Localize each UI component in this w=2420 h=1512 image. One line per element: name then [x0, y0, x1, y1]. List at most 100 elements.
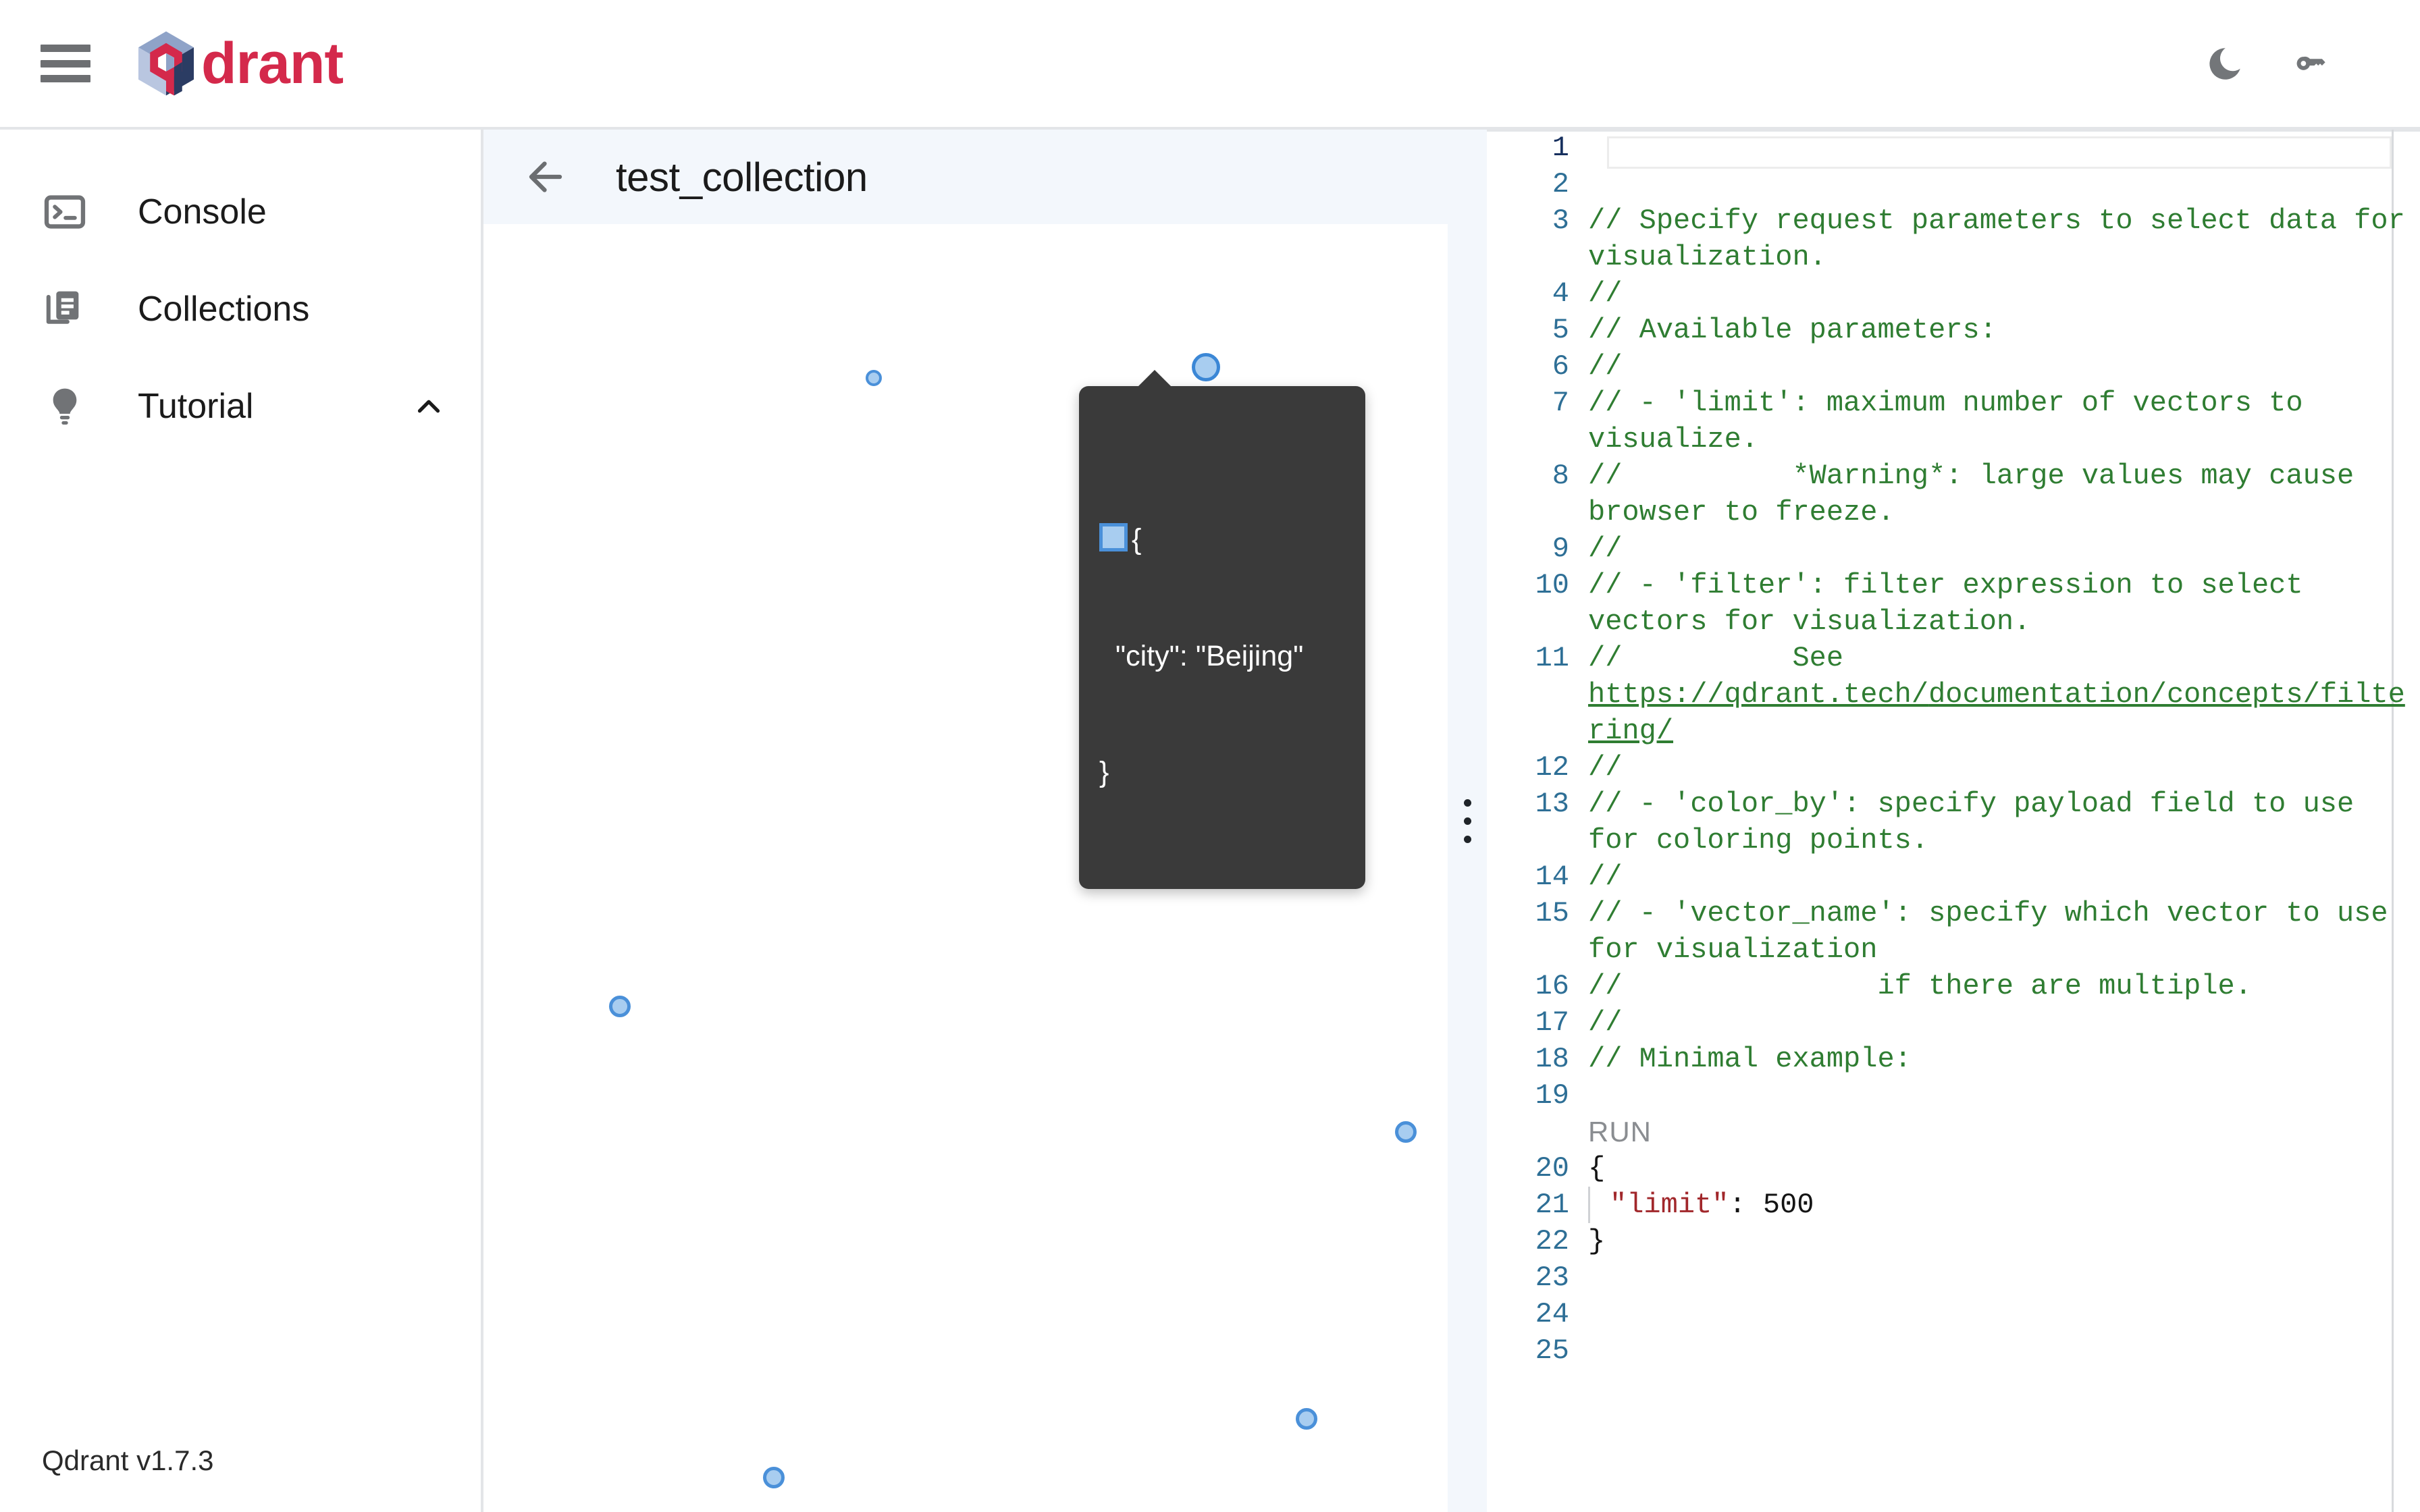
code-line[interactable]: 17 //: [1487, 1004, 2420, 1041]
code-line[interactable]: 15 // - 'vector_name': specify which vec…: [1487, 895, 2420, 968]
line-number: 5: [1552, 314, 1569, 346]
line-content[interactable]: // - 'vector_name': specify which vector…: [1588, 895, 2420, 968]
code-lines: 1 2 3 // Specify request parameters to s…: [1487, 130, 2420, 1369]
run-button-row[interactable]: RUN: [1487, 1114, 2420, 1150]
line-content[interactable]: //: [1588, 531, 2420, 567]
line-content[interactable]: //: [1588, 749, 2420, 786]
data-point[interactable]: [609, 996, 631, 1017]
data-point[interactable]: [1395, 1121, 1417, 1143]
code-line[interactable]: 6 //: [1487, 348, 2420, 385]
line-content[interactable]: //: [1588, 348, 2420, 385]
code-line[interactable]: 9 //: [1487, 531, 2420, 567]
code-line[interactable]: 10 // - 'filter': filter expression to s…: [1487, 567, 2420, 640]
line-number: 6: [1552, 350, 1569, 383]
line-number: 22: [1535, 1225, 1569, 1258]
key-icon: [2296, 56, 2325, 70]
sidebar: Console Collections Tutorial Qdrant v1.7…: [0, 130, 483, 1512]
code-line[interactable]: 13 // - 'color_by': specify payload fiel…: [1487, 786, 2420, 859]
color-swatch: [1099, 522, 1128, 551]
line-content[interactable]: // Specify request parameters to select …: [1588, 202, 2420, 275]
line-content[interactable]: // - 'filter': filter expression to sele…: [1588, 567, 2420, 640]
code-line[interactable]: 14 //: [1487, 859, 2420, 895]
line-number: 1: [1552, 132, 1569, 164]
line-content[interactable]: //: [1588, 859, 2420, 895]
comment-prefix: // See: [1588, 642, 1861, 674]
line-content[interactable]: "limit": 500: [1588, 1187, 2420, 1223]
qdrant-logo[interactable]: drant: [130, 26, 344, 101]
qdrant-logo-icon: [138, 31, 194, 96]
line-content[interactable]: // if there are multiple.: [1588, 968, 2420, 1004]
point-tooltip: { "city": "Beijing" }: [1079, 370, 1365, 890]
code-line[interactable]: 21 "limit": 500: [1487, 1187, 2420, 1223]
line-content[interactable]: // - 'color_by': specify payload field t…: [1588, 786, 2420, 859]
tooltip-line-2: "city": "Beijing": [1099, 639, 1304, 672]
tooltip-arrow: [1137, 370, 1172, 387]
line-content[interactable]: // - 'limit': maximum number of vectors …: [1588, 385, 2420, 458]
back-button[interactable]: [521, 153, 570, 201]
code-line[interactable]: 20 {: [1487, 1150, 2420, 1187]
line-number: 21: [1535, 1189, 1569, 1221]
data-point[interactable]: [763, 1467, 785, 1488]
code-line[interactable]: 25: [1487, 1332, 2420, 1369]
request-editor[interactable]: 1 2 3 // Specify request parameters to s…: [1487, 130, 2420, 1512]
json-value: 500: [1762, 1189, 1814, 1221]
code-line[interactable]: 18 // Minimal example:: [1487, 1041, 2420, 1077]
line-content[interactable]: // *Warning*: large values may cause bro…: [1588, 458, 2420, 531]
json-key: "limit": [1610, 1189, 1729, 1221]
code-line[interactable]: 19: [1487, 1077, 2420, 1114]
code-line[interactable]: 23: [1487, 1260, 2420, 1296]
sidebar-item-tutorial[interactable]: Tutorial: [0, 358, 481, 455]
dark-mode-toggle-button[interactable]: [2204, 43, 2246, 84]
data-point[interactable]: [1296, 1408, 1317, 1430]
line-number: 17: [1535, 1006, 1569, 1039]
api-key-button[interactable]: [2290, 43, 2332, 84]
terminal-icon: [42, 189, 88, 235]
arrow-left-icon: [529, 161, 562, 192]
line-number: 20: [1535, 1152, 1569, 1185]
tooltip-line-1: {: [1132, 522, 1142, 556]
visualization-panel: test_collection { "city": "Beijing" }: [483, 130, 1448, 1512]
line-number: 16: [1535, 970, 1569, 1002]
line-number: 14: [1535, 861, 1569, 893]
code-line[interactable]: 12 //: [1487, 749, 2420, 786]
code-line[interactable]: 1: [1487, 130, 2420, 166]
line-content[interactable]: }: [1588, 1223, 2420, 1260]
chevron-up-icon[interactable]: [411, 388, 447, 425]
data-point[interactable]: [866, 370, 882, 386]
line-content[interactable]: //: [1588, 275, 2420, 312]
code-line-with-link[interactable]: 11 // See https://qdrant.tech/documentat…: [1487, 640, 2420, 749]
hamburger-menu-icon[interactable]: [41, 45, 90, 82]
line-content[interactable]: // Minimal example:: [1588, 1041, 2420, 1077]
documentation-link[interactable]: https://qdrant.tech/: [1588, 678, 1928, 711]
sidebar-item-label: Console: [138, 192, 267, 232]
sidebar-nav: Console Collections Tutorial: [0, 130, 481, 455]
line-content[interactable]: //: [1588, 1004, 2420, 1041]
indent-guide: [1588, 1187, 1590, 1223]
brand-wordmark: drant: [201, 31, 344, 96]
sidebar-item-collections[interactable]: Collections: [0, 261, 481, 358]
line-content[interactable]: {: [1588, 1150, 2420, 1187]
line-content[interactable]: // Available parameters:: [1588, 312, 2420, 348]
code-line[interactable]: 22 }: [1487, 1223, 2420, 1260]
code-line[interactable]: 8 // *Warning*: large values may cause b…: [1487, 458, 2420, 531]
line-number: 25: [1535, 1334, 1569, 1367]
code-line[interactable]: 24: [1487, 1296, 2420, 1332]
data-point-selected[interactable]: [1192, 353, 1220, 381]
line-number: 2: [1552, 168, 1569, 200]
sidebar-item-label: Tutorial: [138, 387, 254, 426]
code-line[interactable]: 16 // if there are multiple.: [1487, 968, 2420, 1004]
panel-resize-handle[interactable]: [1448, 130, 1487, 1512]
code-line[interactable]: 5 // Available parameters:: [1487, 312, 2420, 348]
line-number: 11: [1535, 642, 1569, 674]
code-line[interactable]: 7 // - 'limit': maximum number of vector…: [1487, 385, 2420, 458]
code-line[interactable]: 3 // Specify request parameters to selec…: [1487, 202, 2420, 275]
scatter-plot-canvas[interactable]: { "city": "Beijing" }: [483, 224, 1448, 1512]
code-line[interactable]: 2: [1487, 166, 2420, 202]
line-number: 24: [1535, 1298, 1569, 1330]
line-content[interactable]: // See https://qdrant.tech/documentation…: [1588, 640, 2420, 749]
code-line[interactable]: 4 //: [1487, 275, 2420, 312]
line-number: 18: [1535, 1043, 1569, 1075]
run-button[interactable]: RUN: [1588, 1114, 2420, 1150]
line-number: 12: [1535, 751, 1569, 784]
sidebar-item-console[interactable]: Console: [0, 163, 481, 261]
